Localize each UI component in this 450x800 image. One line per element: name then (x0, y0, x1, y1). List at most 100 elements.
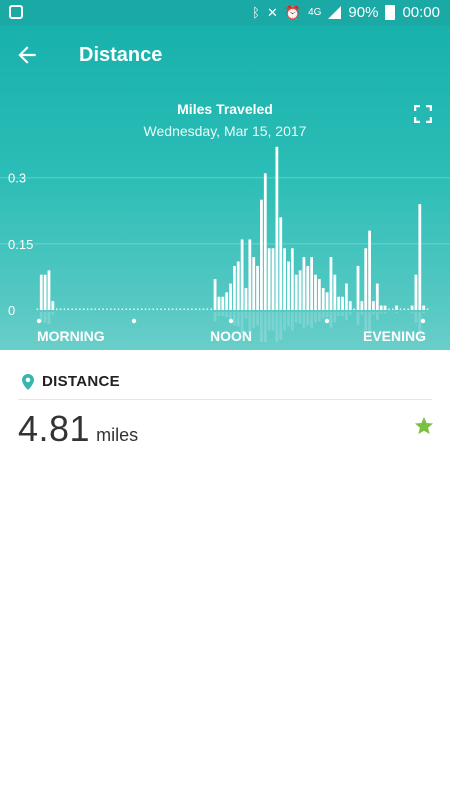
chart-zero-dot (210, 308, 212, 310)
chart-bar (360, 301, 364, 310)
chart-bar (39, 274, 43, 310)
chart-bar-reflection (345, 312, 348, 320)
chart-bar (337, 296, 341, 310)
distance-unit: miles (96, 425, 139, 445)
chart-zero-dot (106, 308, 108, 310)
chart-zero-dot (353, 308, 355, 310)
chart-bar-reflection (229, 312, 232, 320)
y-tick-label: 0.3 (8, 171, 26, 186)
chart-bar (290, 248, 294, 310)
alarm-icon: ⏰ (284, 4, 302, 20)
chart-zero-dot (79, 308, 81, 310)
chart-bar (213, 279, 217, 310)
chart-bar (43, 274, 47, 310)
chart-zero-dot (90, 308, 93, 310)
chart-bar-reflection (267, 312, 271, 331)
chart-zero-dot (148, 308, 151, 310)
chart-bar (267, 248, 271, 310)
chart-bar-reflection (422, 312, 426, 314)
x-axis-marker (228, 318, 234, 324)
divider (18, 399, 432, 400)
chart-bar-reflection (302, 312, 306, 328)
chart-bar-reflection (252, 312, 256, 328)
x-axis-marker (420, 318, 426, 324)
chart-bar-reflection (317, 312, 321, 322)
chart-bar-reflection (356, 312, 360, 326)
chart-bar-reflection (51, 312, 55, 315)
signal-icon (328, 6, 342, 19)
chart-bar-reflection (256, 312, 259, 326)
chart-bar-reflection (325, 312, 329, 318)
chart-bar (345, 283, 348, 310)
chart-bar (217, 296, 221, 310)
chart-zero-dot (140, 308, 143, 310)
chart-zero-dot (195, 308, 197, 310)
chart-zero-dot (55, 308, 58, 310)
chart-zero-dot (152, 308, 155, 310)
chart-zero-dot (75, 308, 77, 310)
chart-bar (271, 248, 275, 310)
chart-bar (275, 146, 279, 310)
bluetooth-icon: ᛒ (252, 4, 260, 20)
chart-bar-reflection (395, 312, 399, 314)
chart-bar-reflection (314, 312, 317, 323)
chart-bar (325, 292, 329, 310)
chart-bar (356, 265, 360, 310)
chart-zero-dot (167, 308, 170, 310)
chart-bar (317, 279, 321, 310)
chart-bar-reflection (321, 312, 325, 319)
chart-bar-reflection (236, 312, 240, 327)
network-type: 4G (308, 6, 322, 18)
chart-bar-reflection (244, 312, 248, 319)
chart-bar-reflection (375, 312, 379, 320)
chart-bar (310, 257, 314, 310)
chart-bar-reflection (287, 312, 290, 327)
chart-bar-reflection (290, 312, 294, 331)
chart-zero-dot (121, 308, 124, 310)
chart-bar (314, 274, 317, 310)
chart-bar-reflection (414, 312, 418, 323)
status-bar: ᛒ ✕ ⏰ 4G 90% 00:00 (0, 0, 450, 26)
chart-zero-dot (183, 308, 185, 310)
chart-bar-reflection (275, 312, 279, 342)
chart-bar (248, 239, 252, 310)
chart-zero-dot (113, 308, 116, 310)
chart-bar-reflection (379, 312, 383, 314)
chart-bar (294, 274, 298, 310)
x-axis-marker (36, 318, 42, 324)
chart-zero-dot (171, 308, 174, 310)
chart-zero-dot (63, 308, 66, 310)
chart-zero-dot (67, 308, 70, 310)
chart-bar (221, 296, 225, 310)
y-tick-label: 0.15 (8, 237, 33, 252)
chart-bar (47, 270, 51, 310)
x-axis-marker (131, 318, 137, 324)
chart-bar (383, 305, 387, 310)
mute-icon: ✕ (266, 4, 278, 20)
chart-bar-reflection (298, 312, 302, 324)
chart-zero-dot (179, 308, 182, 310)
chart-bar-reflection (47, 312, 51, 324)
chart-zero-dot (98, 308, 100, 310)
chart-bar (379, 305, 383, 310)
chart-bar (283, 248, 286, 310)
x-axis-label: NOON (210, 328, 252, 344)
chart-bar (252, 257, 256, 310)
chart-bar-reflection (260, 312, 263, 342)
chart-zero-dot (187, 308, 189, 310)
chart-bar (306, 265, 310, 310)
chart-bar (333, 274, 337, 310)
chart-zero-dot (403, 308, 406, 310)
distance-label: DISTANCE (42, 373, 120, 390)
chart-bar (225, 292, 229, 310)
distance-number: 4.81 (18, 408, 91, 449)
chart-bar (302, 257, 306, 310)
chart-zero-dot (191, 308, 193, 310)
chart-bar-reflection (337, 312, 341, 316)
chart-zero-dot (426, 308, 429, 310)
chart-bar (229, 283, 232, 310)
distance-value: 4.81 miles (18, 408, 138, 450)
chart-bar (422, 305, 426, 310)
chart-bar-reflection (217, 312, 221, 316)
distance-card: DISTANCE 4.81 miles (0, 350, 450, 800)
